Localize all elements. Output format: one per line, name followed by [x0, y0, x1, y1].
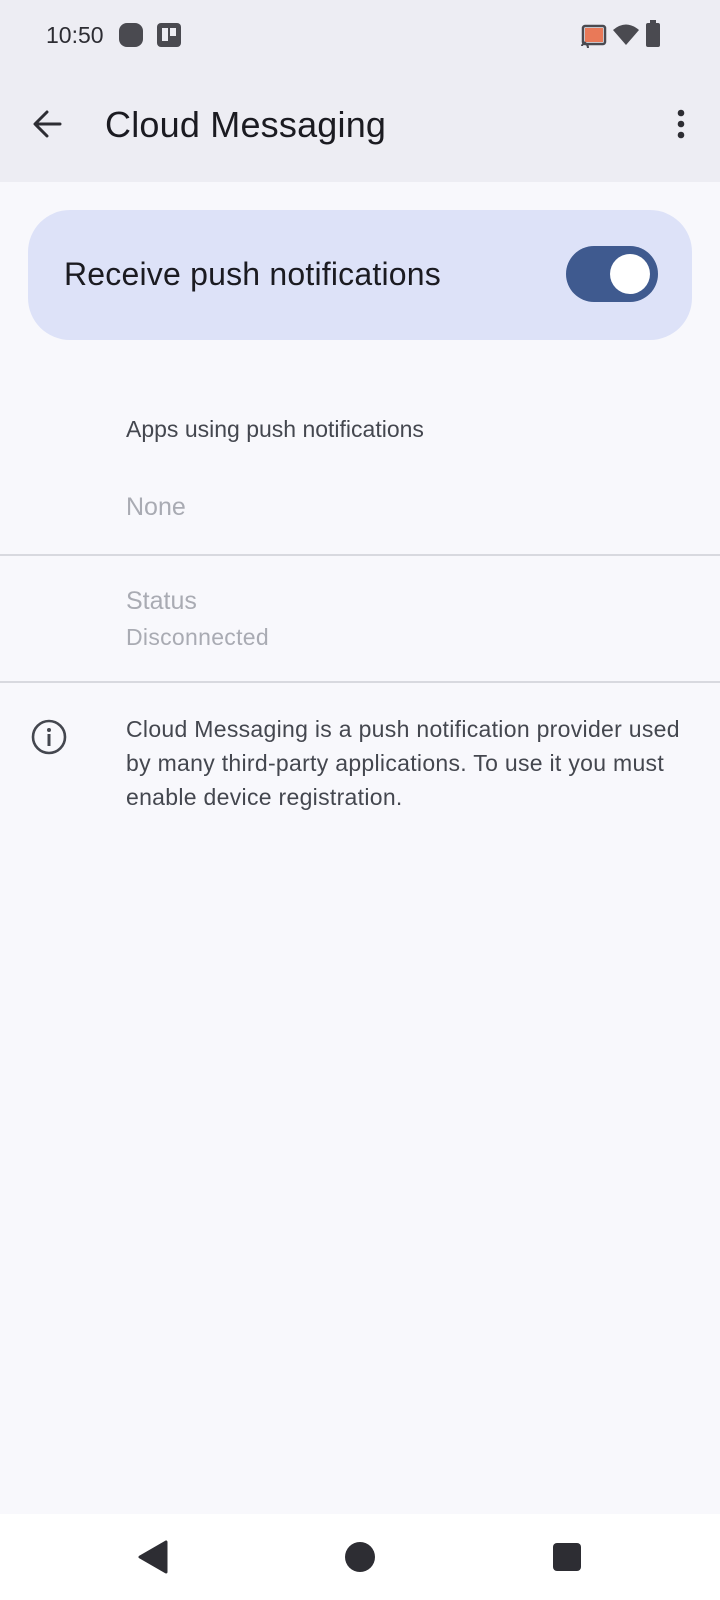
page-title: Cloud Messaging	[105, 104, 387, 145]
home-circle-icon	[345, 1542, 375, 1572]
nav-back-button[interactable]	[132, 1536, 174, 1578]
system-nav-bar	[0, 1514, 720, 1600]
wifi-icon	[612, 23, 640, 52]
push-notifications-switch[interactable]	[566, 246, 658, 302]
back-triangle-icon	[138, 1540, 168, 1574]
trello-icon	[156, 22, 182, 53]
status-bar: 10:50	[0, 0, 720, 72]
arrow-back-icon	[33, 110, 62, 138]
more-options-button[interactable]	[656, 98, 706, 150]
nav-recents-button[interactable]	[546, 1536, 588, 1578]
push-notifications-toggle-card[interactable]: Receive push notifications	[28, 210, 692, 340]
info-text: Cloud Messaging is a push notification p…	[126, 716, 680, 810]
nav-home-button[interactable]	[339, 1536, 381, 1578]
screen: 10:50 Cloud Messaging Receive push notif…	[0, 0, 720, 1600]
status-time: 10:50	[46, 22, 104, 48]
cast-icon	[580, 24, 608, 53]
more-vert-icon	[677, 109, 685, 139]
info-icon	[30, 718, 68, 756]
switch-thumb	[610, 254, 650, 294]
apps-section-heading: Apps using push notifications	[126, 416, 424, 442]
status-value: Disconnected	[126, 624, 269, 650]
recents-square-icon	[553, 1543, 581, 1571]
divider	[0, 681, 720, 683]
back-button[interactable]	[22, 98, 74, 150]
app-bar: Cloud Messaging	[0, 72, 720, 182]
push-notifications-label: Receive push notifications	[64, 256, 441, 292]
app-notification-icon	[118, 22, 144, 53]
divider	[0, 554, 720, 556]
apps-empty-text: None	[126, 493, 186, 521]
battery-icon	[645, 20, 661, 53]
status-title: Status	[126, 587, 197, 615]
